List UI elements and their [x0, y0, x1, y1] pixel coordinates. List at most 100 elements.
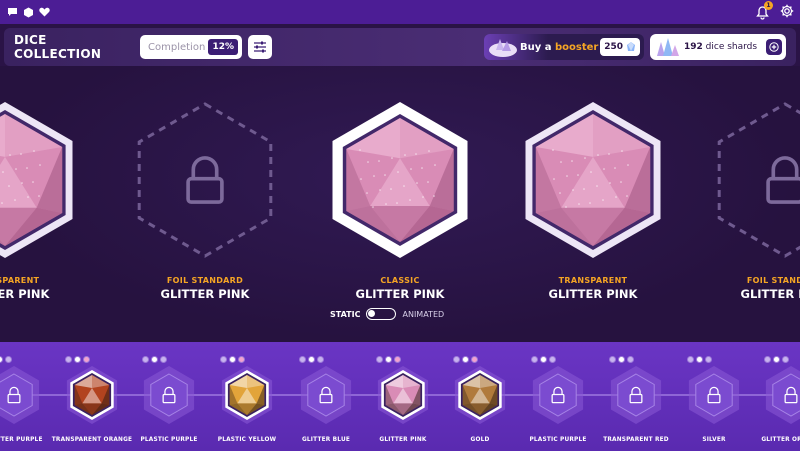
- dice-icon[interactable]: [22, 6, 34, 18]
- dice-carousel: GLITTER PURPLETRANSPARENT ORANGEPLASTIC …: [0, 342, 800, 451]
- glitter-sparkle: [379, 189, 381, 191]
- glitter-sparkle: [584, 157, 586, 159]
- featured-card[interactable]: FOIL STANDARD GLITTER PINK: [705, 66, 800, 342]
- heart-icon[interactable]: [38, 6, 50, 18]
- dice-thumb: [688, 366, 740, 424]
- glitter-sparkle: [404, 154, 406, 156]
- glitter-sparkle: [422, 196, 424, 198]
- top-bar: 1: [0, 0, 800, 24]
- variant-dot: [627, 356, 634, 363]
- dice-slot[interactable]: GLITTER PURPLE: [0, 350, 53, 448]
- glitter-sparkle: [603, 168, 605, 170]
- notification-badge: 1: [764, 1, 773, 10]
- variant-dot: [220, 356, 227, 363]
- glitter-sparkle: [577, 174, 579, 176]
- toggle-knob: [368, 310, 376, 317]
- animated-label: ANIMATED: [402, 309, 445, 319]
- dice-slot[interactable]: PLASTIC PURPLE: [519, 350, 597, 448]
- featured-card[interactable]: TRANSPARENT GLITTER PINK: [0, 66, 85, 342]
- filter-button[interactable]: [248, 35, 272, 59]
- dice-thumb: [454, 366, 506, 424]
- glitter-sparkle: [373, 175, 375, 177]
- plus-circle-icon: [769, 42, 779, 52]
- glitter-sparkle: [590, 171, 592, 173]
- featured-dice-stage: TRANSPARENT GLITTER PINK FOIL STANDARD G…: [0, 66, 800, 342]
- card-category: TRANSPARENT: [0, 276, 40, 285]
- sliders-icon: [254, 41, 266, 53]
- glitter-sparkle: [578, 203, 580, 205]
- glitter-sparkle: [614, 167, 616, 169]
- dice-slot[interactable]: GOLD: [441, 350, 519, 448]
- glitter-sparkle: [627, 164, 629, 166]
- glitter-sparkle: [626, 195, 628, 197]
- variant-dot: [540, 356, 547, 363]
- glitter-sparkle: [403, 185, 405, 187]
- dice-slot[interactable]: GLITTER ORANGE: [752, 350, 800, 448]
- glitter-sparkle: [385, 203, 387, 205]
- dice-slot[interactable]: TRANSPARENT RED: [597, 350, 675, 448]
- booster-price: 250: [600, 38, 640, 56]
- lock-icon: [766, 156, 800, 204]
- dice-thumb: [610, 366, 662, 424]
- glitter-sparkle: [620, 181, 622, 183]
- glitter-sparkle: [21, 182, 23, 184]
- featured-card[interactable]: FOIL STANDARD GLITTER PINK: [125, 66, 285, 342]
- variant-dot: [394, 356, 401, 363]
- variant-dots: [299, 356, 324, 363]
- gear-icon[interactable]: [780, 3, 794, 22]
- glitter-sparkle: [428, 150, 430, 152]
- glitter-sparkle: [609, 182, 611, 184]
- glitter-sparkle: [621, 150, 623, 152]
- glitter-sparkle: [1, 202, 3, 204]
- dice-slot[interactable]: TRANSPARENT ORANGE: [52, 350, 132, 448]
- variant-dots: [65, 356, 90, 363]
- shards-crystal-icon: [657, 38, 679, 56]
- chat-icon[interactable]: [6, 6, 18, 18]
- glitter-sparkle: [378, 160, 380, 162]
- card-name: GLITTER PINK: [548, 287, 638, 301]
- animation-toggle[interactable]: [366, 308, 397, 320]
- static-label: STATIC: [330, 309, 361, 319]
- variant-dots: [687, 356, 712, 363]
- glitter-sparkle: [589, 202, 591, 204]
- variant-dots: [453, 356, 478, 363]
- dice-slot[interactable]: GLITTER BLUE: [287, 350, 365, 448]
- glitter-sparkle: [32, 181, 34, 183]
- glitter-sparkle: [409, 199, 411, 201]
- variant-dot: [453, 356, 460, 363]
- glitter-sparkle: [553, 178, 555, 180]
- dice-hex: [137, 102, 273, 258]
- lock-icon: [186, 156, 224, 204]
- dice-slot[interactable]: GLITTER PINK: [364, 350, 442, 448]
- notification-button[interactable]: 1: [756, 1, 773, 20]
- variant-dot: [773, 356, 780, 363]
- glitter-sparkle: [39, 164, 41, 166]
- variant-dots: [609, 356, 634, 363]
- variant-dot: [151, 356, 158, 363]
- dice-hex: [332, 102, 468, 258]
- glitter-sparkle: [360, 178, 362, 180]
- variant-dot: [782, 356, 789, 363]
- variant-dots: [0, 356, 12, 363]
- variant-dot: [385, 356, 392, 363]
- variant-dot: [687, 356, 694, 363]
- dice-slot[interactable]: PLASTIC YELLOW: [208, 350, 286, 448]
- glitter-sparkle: [615, 196, 617, 198]
- variant-dot: [705, 356, 712, 363]
- page-title: DICE COLLECTION: [14, 33, 102, 61]
- glitter-sparkle: [583, 188, 585, 190]
- crystal-icon: [489, 39, 517, 57]
- glitter-sparkle: [416, 182, 418, 184]
- featured-card-selected[interactable]: CLASSIC GLITTER PINK: [320, 66, 480, 342]
- glitter-sparkle: [367, 161, 369, 163]
- glitter-sparkle: [26, 167, 28, 169]
- variant-dot: [531, 356, 538, 363]
- featured-card[interactable]: TRANSPARENT GLITTER PINK: [513, 66, 673, 342]
- buy-booster-button[interactable]: Buy a booster 250: [484, 34, 644, 60]
- add-shards-button[interactable]: [766, 39, 782, 55]
- completion-percent: 12%: [208, 39, 238, 55]
- dice-slot[interactable]: SILVER: [675, 350, 753, 448]
- completion-sort-select[interactable]: Completion 12%: [140, 35, 242, 59]
- variant-dot: [308, 356, 315, 363]
- dice-slot[interactable]: PLASTIC PURPLE: [130, 350, 208, 448]
